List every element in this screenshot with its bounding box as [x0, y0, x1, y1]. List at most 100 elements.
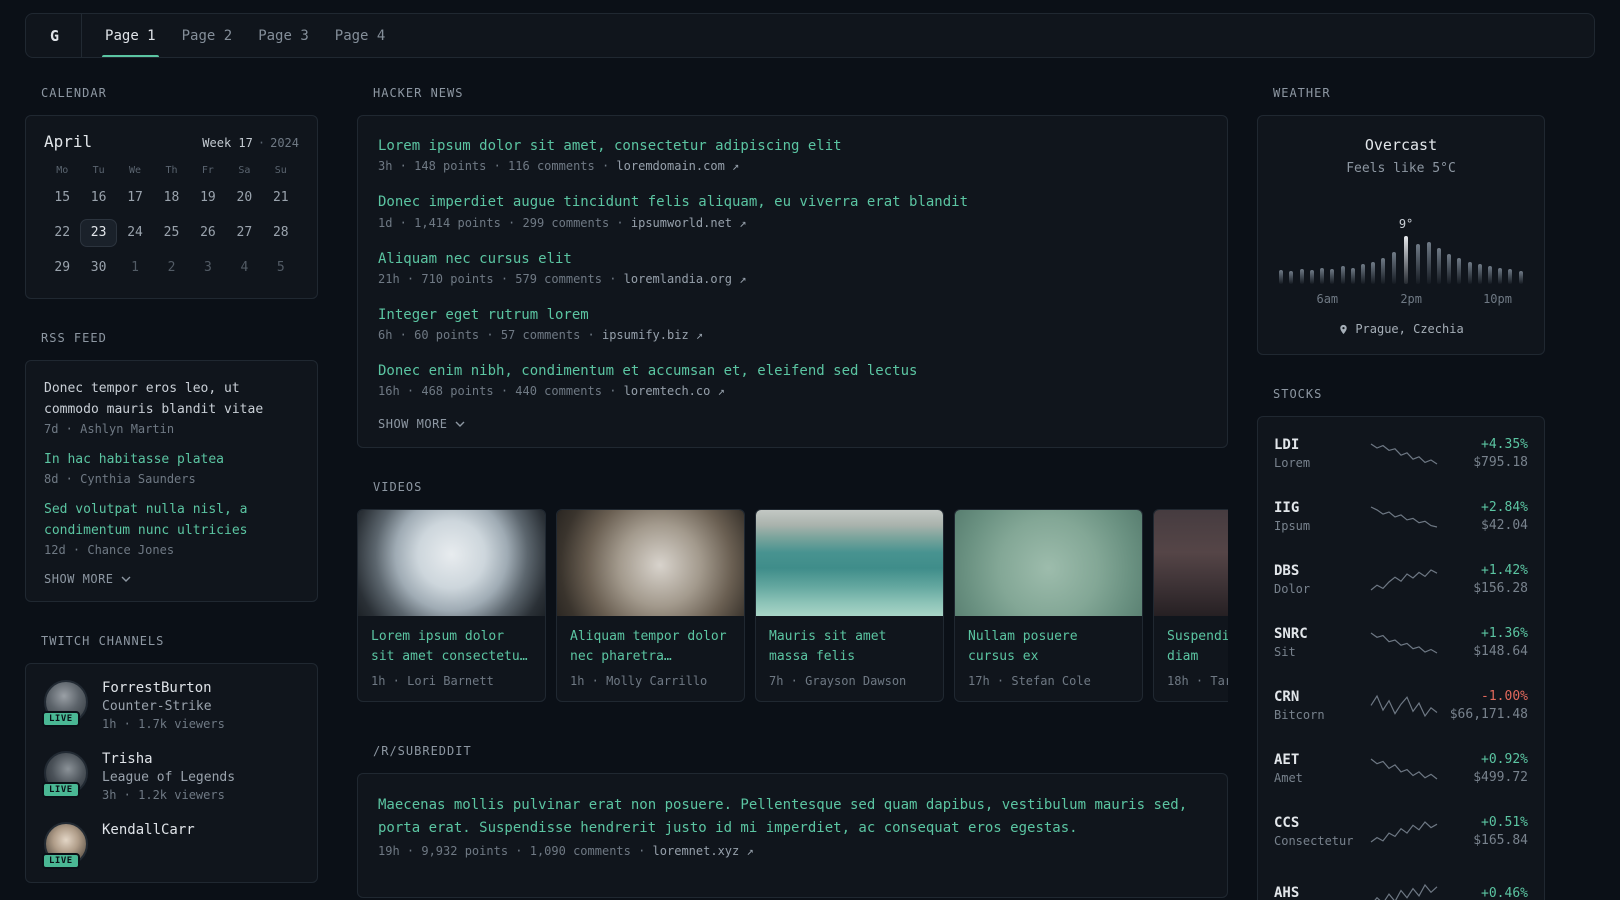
stock-values: +1.42% $156.28 — [1442, 563, 1528, 596]
stock-row[interactable]: LDI Lorem +4.35% $795.18 — [1274, 422, 1528, 485]
subreddit-section-title: /R/SUBREDDIT — [373, 744, 472, 759]
stock-values: +0.51% $165.84 — [1442, 815, 1528, 848]
page-tab[interactable]: Page 1 — [92, 14, 169, 57]
stock-row[interactable]: CRN Bitcorn -1.00% $66,171.48 — [1274, 674, 1528, 737]
video-title[interactable]: Lorem ipsum dolor sit amet consectetu… — [371, 627, 532, 667]
calendar-widget: CALENDAR April Week 17 · 2024 Mo Tu We Th Fr Sa… — [25, 86, 318, 299]
weather-time-label: 6am — [1316, 292, 1339, 306]
stock-id: CCS Consectetur — [1274, 815, 1366, 848]
post-domain-link[interactable]: loremnet.xyz ↗ — [653, 844, 754, 858]
weather-bar — [1337, 266, 1347, 284]
stock-row[interactable]: SNRC Sit +1.36% $148.64 — [1274, 611, 1528, 674]
hn-story: Integer eget rutrum lorem 6h · 60 points… — [378, 305, 1207, 342]
story-title[interactable]: Lorem ipsum dolor sit amet, consectetur … — [378, 136, 1207, 156]
post-stats: 19h · 9,932 points · 1,090 comments · — [378, 844, 653, 859]
story-domain-link[interactable]: ipsumify.biz ↗ — [602, 328, 703, 342]
page-tab[interactable]: Page 2 — [169, 14, 246, 57]
stock-row[interactable]: AHS +0.46% — [1274, 863, 1528, 900]
video-card[interactable]: Aliquam tempor dolor nec pharetra… 1h · … — [556, 509, 745, 703]
calendar-day-headers: Mo Tu We Th Fr Sa Su — [44, 165, 299, 176]
video-thumbnail[interactable] — [358, 510, 545, 617]
weather-bar — [1389, 252, 1399, 284]
page-tab[interactable]: Page 4 — [322, 14, 399, 57]
stock-row[interactable]: DBS Dolor +1.42% $156.28 — [1274, 548, 1528, 611]
calendar-day: 4 — [240, 260, 249, 275]
story-meta: 1d · 1,414 points · 299 comments · ipsum… — [378, 216, 1207, 230]
channel-info: Trisha League of Legends 3h · 1.2k viewe… — [102, 751, 235, 802]
stock-id: DBS Dolor — [1274, 563, 1366, 596]
video-card[interactable]: Suspendisse diam 18h · Tara — [1153, 509, 1228, 703]
stock-id: SNRC Sit — [1274, 626, 1366, 659]
calendar-day: 18 — [163, 190, 180, 205]
rss-item-title[interactable]: Sed volutpat nulla nisl, a condimentum n… — [44, 499, 299, 541]
video-thumbnail[interactable] — [557, 510, 744, 617]
video-thumbnail[interactable] — [756, 510, 943, 617]
video-title[interactable]: Nullam posuere cursus ex — [968, 627, 1129, 667]
story-domain-link[interactable]: loremtech.co ↗ — [624, 384, 725, 398]
weather-time-label: 2pm — [1400, 292, 1422, 306]
story-domain-link[interactable]: loremdomain.com ↗ — [616, 159, 739, 173]
weather-location: Prague, Czechia — [1274, 322, 1528, 336]
video-title[interactable]: Aliquam tempor dolor nec pharetra… — [570, 627, 731, 667]
rss-show-more-button[interactable]: SHOW MORE — [44, 572, 299, 586]
calendar-day: 5 — [276, 260, 285, 275]
channel-game: Counter-Strike — [102, 699, 212, 714]
hackernews-show-more-button[interactable]: SHOW MORE — [378, 417, 1207, 431]
post-title[interactable]: Maecenas mollis pulvinar erat non posuer… — [378, 794, 1207, 839]
stock-change: -1.00% — [1481, 689, 1528, 704]
story-stats: 1d · 1,414 points · 299 comments · — [378, 215, 631, 230]
story-title[interactable]: Donec imperdiet augue tincidunt felis al… — [378, 192, 1207, 212]
channel-name: ForrestBurton — [102, 680, 212, 696]
calendar-day: 22 — [54, 225, 71, 240]
sparkline-chart — [1370, 820, 1438, 842]
sparkline-chart — [1370, 632, 1438, 654]
story-domain-link[interactable]: ipsumworld.net ↗ — [631, 216, 747, 230]
weather-section-title: WEATHER — [1273, 86, 1331, 100]
video-thumbnail[interactable] — [1154, 510, 1228, 617]
rss-list: Donec tempor eros leo, ut commodo mauris… — [44, 378, 299, 557]
twitch-channel[interactable]: LIVE ForrestBurton Counter-Strike 1h · 1… — [42, 680, 299, 731]
post-domain: loremnet.xyz — [652, 844, 740, 859]
stock-price: $66,171.48 — [1449, 707, 1528, 722]
calendar-day: 23 — [80, 219, 117, 247]
twitch-channel[interactable]: LIVE KendallCarr — [42, 822, 299, 869]
story-title[interactable]: Integer eget rutrum lorem — [378, 305, 1207, 325]
rss-item-title[interactable]: In hac habitasse platea — [44, 449, 299, 470]
page-tabs: Page 1 Page 2 Page 3 Page 4 — [92, 14, 398, 57]
weather-bar — [1327, 269, 1337, 284]
calendar-day: 30 — [90, 260, 107, 275]
video-card[interactable]: Mauris sit amet massa felis 7h · Grayson… — [755, 509, 944, 703]
stock-row[interactable]: CCS Consectetur +0.51% $165.84 — [1274, 800, 1528, 863]
calendar-day: 20 — [236, 190, 253, 205]
video-title[interactable]: Suspendisse diam — [1167, 627, 1228, 667]
video-card[interactable]: Nullam posuere cursus ex 17h · Stefan Co… — [954, 509, 1143, 703]
stock-row[interactable]: AET Amet +0.92% $499.72 — [1274, 737, 1528, 800]
videos-widget: VIDEOS Lorem ipsum dolor sit amet consec… — [357, 480, 1228, 703]
channel-name: Trisha — [102, 751, 153, 767]
stock-row[interactable]: IIG Ipsum +2.84% $42.04 — [1274, 485, 1528, 548]
left-column: CALENDAR April Week 17 · 2024 Mo Tu We Th Fr Sa… — [25, 86, 318, 900]
weather-bar — [1378, 258, 1388, 284]
video-meta: 1h · Lori Barnett — [371, 674, 494, 689]
channel-name: KendallCarr — [102, 822, 195, 838]
stock-values: +2.84% $42.04 — [1442, 500, 1528, 533]
video-thumbnail[interactable] — [955, 510, 1142, 617]
subreddit-card: Maecenas mollis pulvinar erat non posuer… — [357, 773, 1228, 899]
stock-ticker: IIG — [1274, 500, 1300, 516]
weather-peak-temp: 9° — [1398, 217, 1414, 231]
app-logo[interactable]: G — [50, 14, 83, 57]
story-title[interactable]: Donec enim nibh, condimentum et accumsan… — [378, 361, 1207, 381]
video-card[interactable]: Lorem ipsum dolor sit amet consectetu… 1… — [357, 509, 546, 703]
calendar-day: 28 — [272, 225, 289, 240]
calendar-day-header: Sa — [238, 165, 251, 176]
topbar: G Page 1 Page 2 Page 3 Page 4 — [25, 13, 1595, 58]
twitch-channel[interactable]: LIVE Trisha League of Legends 3h · 1.2k … — [42, 751, 299, 802]
story-title[interactable]: Aliquam nec cursus elit — [378, 249, 1207, 269]
calendar-day: 21 — [272, 190, 289, 205]
stock-change: +1.36% — [1481, 626, 1528, 641]
page-tab[interactable]: Page 3 — [245, 14, 322, 57]
rss-item-title[interactable]: Donec tempor eros leo, ut commodo mauris… — [44, 378, 299, 420]
video-title[interactable]: Mauris sit amet massa felis — [769, 627, 930, 667]
story-domain-link[interactable]: loremlandia.org ↗ — [624, 272, 747, 286]
sparkline-chart — [1373, 883, 1438, 900]
